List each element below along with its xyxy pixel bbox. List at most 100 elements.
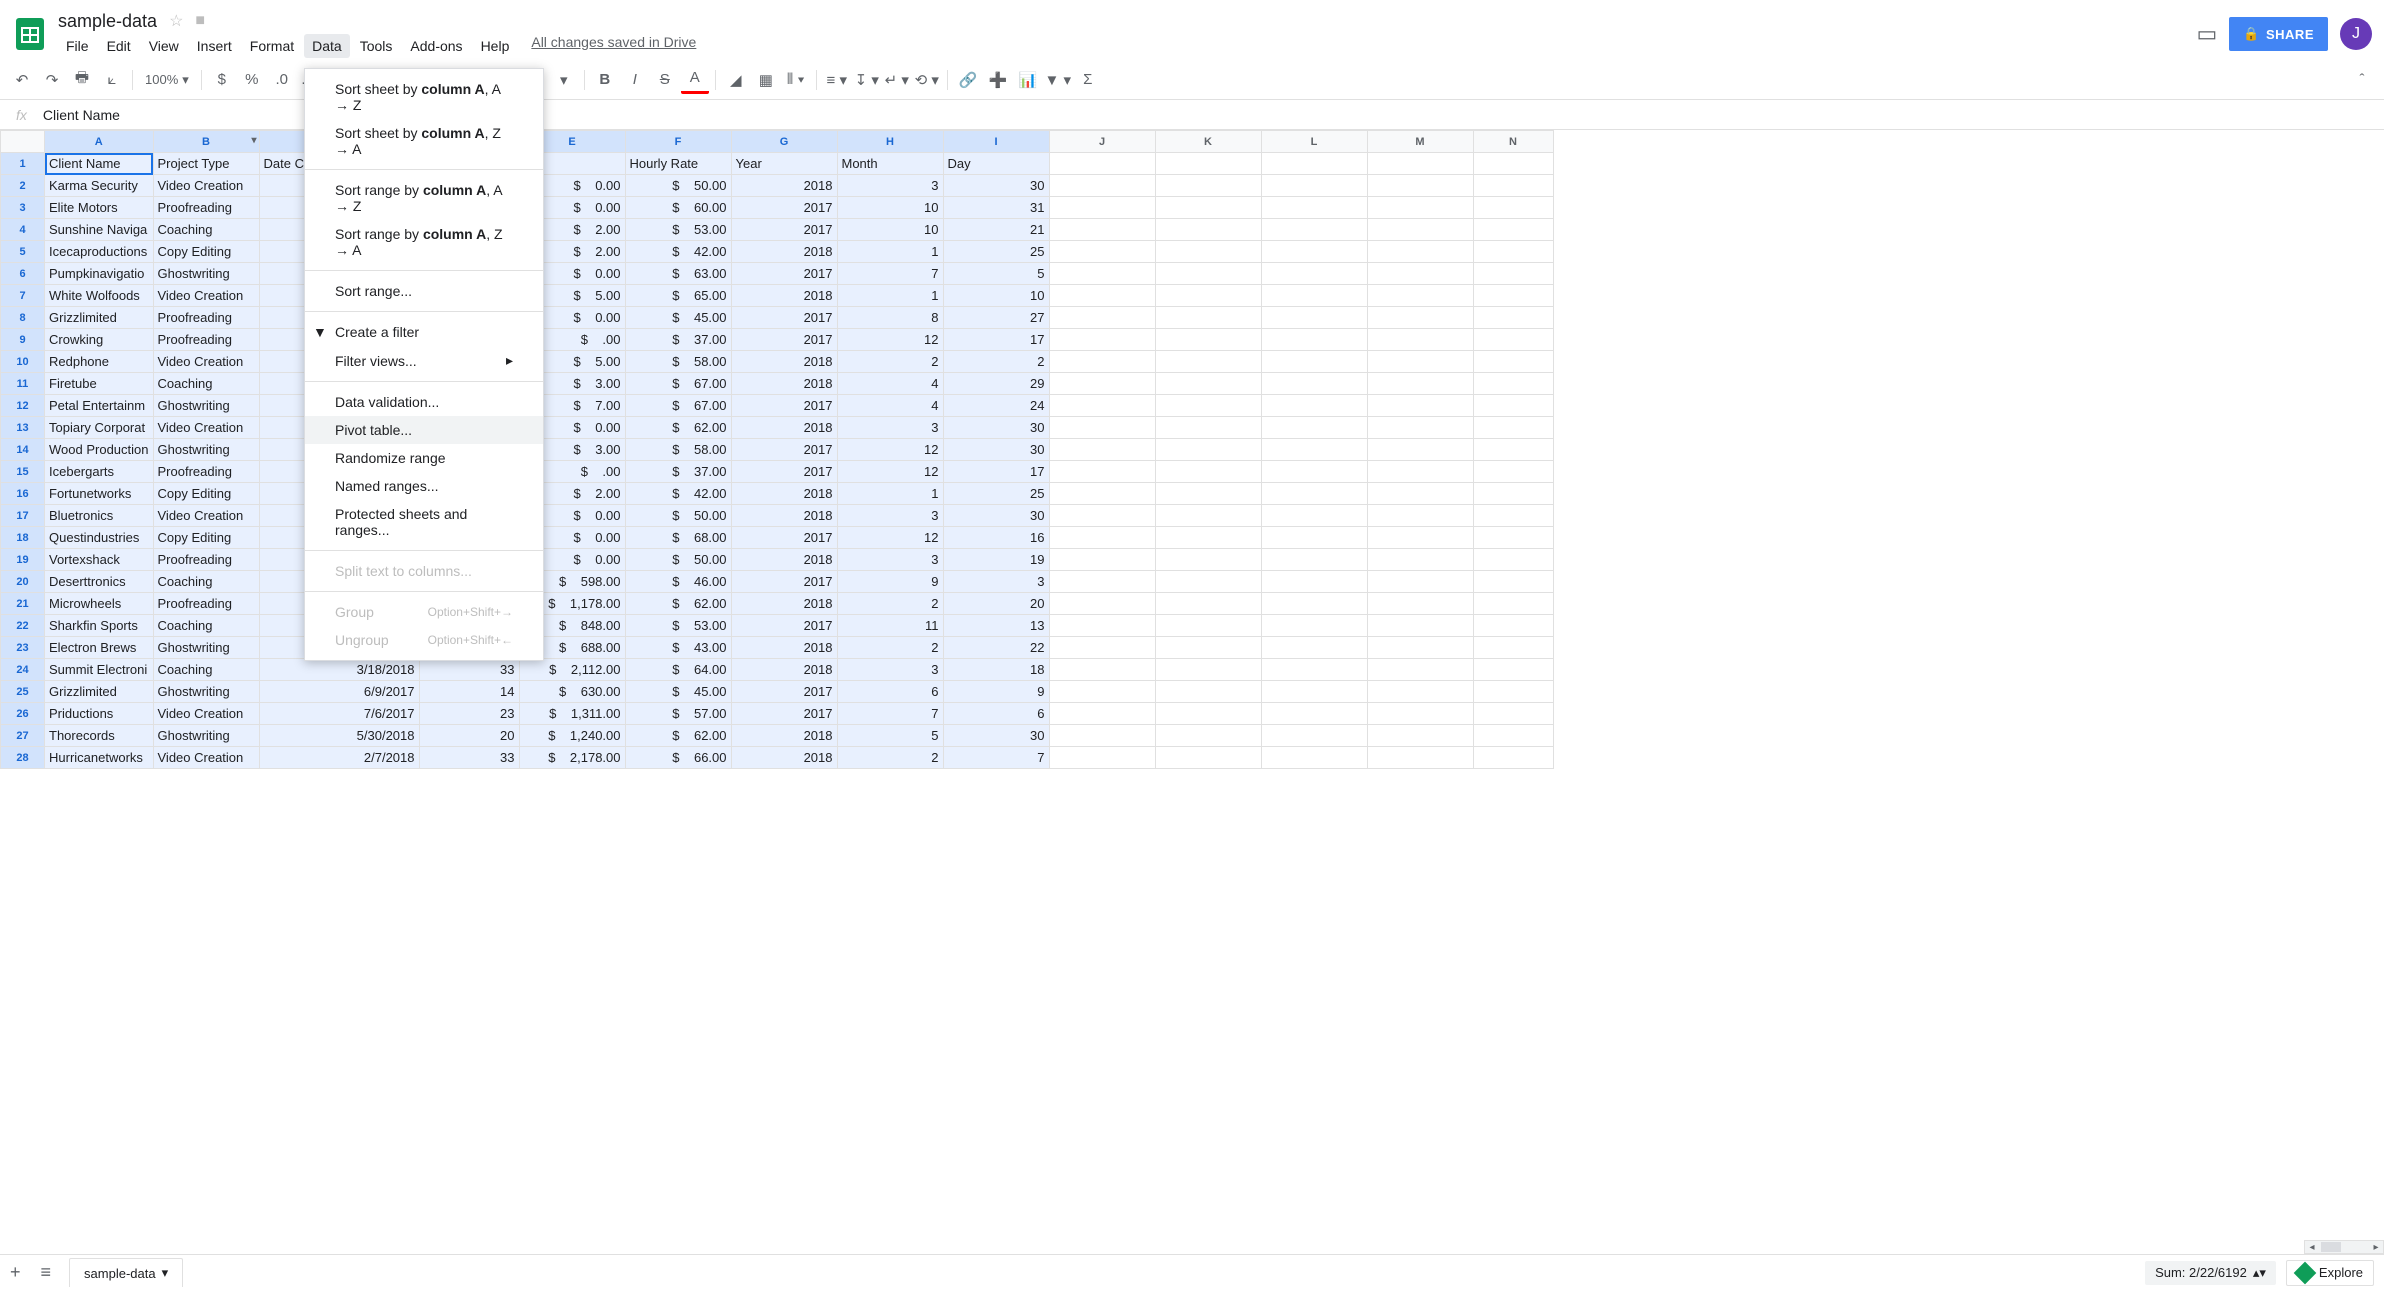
cell[interactable] [1367, 483, 1473, 505]
row-header[interactable]: 19 [1, 549, 45, 571]
cell[interactable] [1473, 241, 1553, 263]
cell[interactable] [1155, 681, 1261, 703]
row-header[interactable]: 27 [1, 725, 45, 747]
cell[interactable]: Ghostwriting [153, 681, 259, 703]
cell[interactable]: 5 [837, 725, 943, 747]
cell[interactable]: Questindustries [45, 527, 154, 549]
cell[interactable] [1155, 527, 1261, 549]
cell[interactable] [1261, 373, 1367, 395]
folder-icon[interactable]: ■ [195, 12, 205, 30]
cell[interactable] [1367, 659, 1473, 681]
cell[interactable] [1367, 681, 1473, 703]
cell[interactable] [1367, 571, 1473, 593]
cell[interactable]: Copy Editing [153, 483, 259, 505]
cell[interactable]: $ 45.00 [625, 307, 731, 329]
cell[interactable] [1473, 549, 1553, 571]
cell[interactable]: $ 2,178.00 [519, 747, 625, 769]
menu-randomize[interactable]: Randomize range [305, 444, 543, 472]
print-button[interactable]: 🖶 [68, 66, 96, 94]
menu-addons[interactable]: Add-ons [402, 34, 470, 58]
cell[interactable] [1155, 593, 1261, 615]
cell[interactable]: $ 67.00 [625, 373, 731, 395]
cell[interactable] [1261, 175, 1367, 197]
cell[interactable]: 2017 [731, 615, 837, 637]
cell[interactable]: Video Creation [153, 351, 259, 373]
cell[interactable]: $ 1,240.00 [519, 725, 625, 747]
cell[interactable]: 10 [837, 219, 943, 241]
row-header[interactable]: 4 [1, 219, 45, 241]
cell[interactable] [1049, 329, 1155, 351]
cell[interactable]: $ 62.00 [625, 725, 731, 747]
cell[interactable]: $ 68.00 [625, 527, 731, 549]
cell[interactable] [1261, 329, 1367, 351]
col-header-F[interactable]: F [625, 131, 731, 153]
strike-button[interactable]: S [651, 66, 679, 94]
cell[interactable]: 3 [837, 659, 943, 681]
cell[interactable]: 2017 [731, 219, 837, 241]
cell[interactable] [1367, 615, 1473, 637]
cell[interactable] [1367, 593, 1473, 615]
borders-button[interactable]: ▦ [752, 66, 780, 94]
cell[interactable] [1155, 417, 1261, 439]
cell[interactable]: 6 [837, 681, 943, 703]
row-header[interactable]: 15 [1, 461, 45, 483]
menu-tools[interactable]: Tools [352, 34, 401, 58]
row-header[interactable]: 10 [1, 351, 45, 373]
cell[interactable]: 17 [943, 461, 1049, 483]
cell[interactable]: Ghostwriting [153, 725, 259, 747]
cell[interactable]: $ 53.00 [625, 615, 731, 637]
cell[interactable]: Year [731, 153, 837, 175]
cell[interactable] [1261, 571, 1367, 593]
cell[interactable]: Thorecords [45, 725, 154, 747]
cell[interactable] [1367, 703, 1473, 725]
cell[interactable] [1473, 219, 1553, 241]
row-header[interactable]: 3 [1, 197, 45, 219]
valign-button[interactable]: ↧ ▾ [853, 66, 881, 94]
cell[interactable] [1261, 351, 1367, 373]
cell[interactable] [1473, 417, 1553, 439]
cell[interactable]: 2018 [731, 285, 837, 307]
cell[interactable]: $ 62.00 [625, 417, 731, 439]
cell[interactable]: 2017 [731, 571, 837, 593]
row-header[interactable]: 1 [1, 153, 45, 175]
row-header[interactable]: 28 [1, 747, 45, 769]
horizontal-scrollbar[interactable]: ◂▸ [2304, 1240, 2384, 1254]
cell[interactable]: 3 [943, 571, 1049, 593]
menu-view[interactable]: View [141, 34, 187, 58]
cell[interactable] [1261, 527, 1367, 549]
cell[interactable]: 13 [943, 615, 1049, 637]
comments-icon[interactable]: ▭ [2197, 21, 2218, 47]
cell[interactable]: 3 [837, 417, 943, 439]
fill-color-button[interactable]: ◢ [722, 66, 750, 94]
cell[interactable]: $ 58.00 [625, 351, 731, 373]
cell[interactable]: Wood Production [45, 439, 154, 461]
cell[interactable] [1261, 703, 1367, 725]
cell[interactable]: Hourly Rate [625, 153, 731, 175]
cell[interactable]: Project Type [153, 153, 259, 175]
cell[interactable]: 33 [419, 747, 519, 769]
cell[interactable]: $ 630.00 [519, 681, 625, 703]
cell[interactable]: Coaching [153, 373, 259, 395]
menu-sort-sheet-za[interactable]: Sort sheet by column A, Z → A [305, 119, 543, 163]
cell[interactable]: 1 [837, 285, 943, 307]
cell[interactable]: 3 [837, 505, 943, 527]
cell[interactable] [1155, 725, 1261, 747]
cell[interactable] [1473, 373, 1553, 395]
menu-data-validation[interactable]: Data validation... [305, 388, 543, 416]
cell[interactable]: Video Creation [153, 703, 259, 725]
cell[interactable]: 27 [943, 307, 1049, 329]
cell[interactable] [1049, 571, 1155, 593]
cell[interactable] [1261, 197, 1367, 219]
cell[interactable] [1473, 505, 1553, 527]
cell[interactable]: Copy Editing [153, 241, 259, 263]
cell[interactable]: 2018 [731, 747, 837, 769]
decrease-decimal-button[interactable]: .0 [268, 66, 296, 94]
cell[interactable] [1473, 285, 1553, 307]
cell[interactable] [1367, 747, 1473, 769]
bold-button[interactable]: B [591, 66, 619, 94]
cell[interactable] [1367, 329, 1473, 351]
cell[interactable]: Redphone [45, 351, 154, 373]
cell[interactable]: Topiary Corporat [45, 417, 154, 439]
cell[interactable]: 33 [419, 659, 519, 681]
menu-data[interactable]: Data [304, 34, 350, 58]
